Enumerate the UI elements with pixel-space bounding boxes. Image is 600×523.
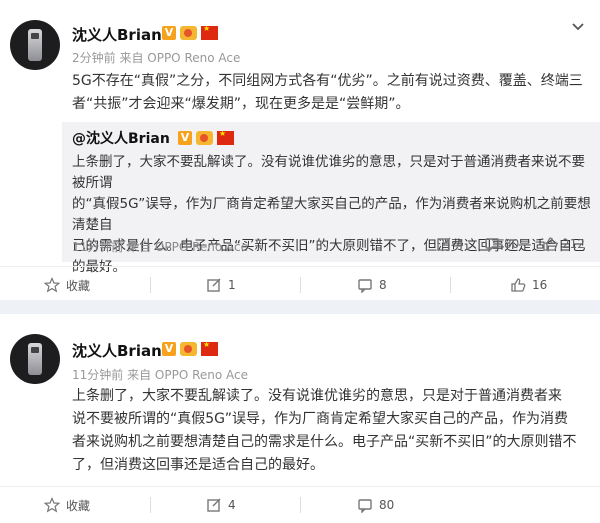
quote-like-button[interactable]: 212 [542,236,585,252]
quote-repost-button[interactable]: 4 [436,236,464,252]
post-action-bar: 收藏 1 8 16 [0,266,600,303]
post-text-line: 者“共振”才会迎来“爆发期”，现在更多是是“尝鲜期”。 [72,96,410,112]
avatar[interactable] [10,334,60,384]
verified-badge-icon: V [178,131,192,145]
comment-icon [357,497,373,513]
author-name[interactable]: 沈义人Brian [72,24,162,45]
quote-like-count: 212 [562,237,585,251]
post-text-line: 说不要被所谓的“真假5G”误导，作为厂商肯定希望大家买自己的产品，作为消费 [72,411,568,427]
author-badges: V [162,340,218,356]
comment-count: 80 [379,498,395,512]
post-meta: 11分钟前 来自 OPPO Reno Ace [72,368,248,382]
repost-button[interactable]: 1 [206,267,236,303]
comment-count: 8 [379,278,387,292]
fan-badge-icon [180,26,197,40]
thumbs-up-icon [510,277,526,293]
chevron-down-icon[interactable] [570,18,586,34]
quote-comment-button[interactable]: 80 [484,236,519,252]
quote-meta: 11分钟前 来自 OPPO Reno Ace [72,240,248,254]
fan-badge-icon [180,342,197,356]
author-name[interactable]: 沈义人Brian [72,340,162,361]
china-flag-icon [217,129,234,145]
post-text: 5G不存在“真假”之分，不同组网方式各有“优劣”。之前有说过资费、覆盖、终端三 … [72,70,592,116]
quote-author-badges: V [178,129,234,145]
weibo-post-card: 沈义人Brian V 11分钟前 来自 OPPO Reno Ace 上条删了，大… [0,314,600,519]
action-divider [150,497,151,513]
favorite-label: 收藏 [66,498,91,513]
comment-icon [357,277,373,293]
comment-icon [484,236,500,252]
quote-text-line: 的“真假5G”误导，作为厂商肯定希望大家买自己的产品，作为消费者来说购机之前要想… [72,196,591,233]
star-icon [44,497,60,513]
verified-badge-icon: V [162,26,176,40]
author-badges: V [162,24,218,40]
comment-button[interactable]: 8 [357,267,387,303]
like-button[interactable]: 16 [510,267,547,303]
china-flag-icon [201,24,218,40]
favorite-label: 收藏 [66,278,91,293]
quote-repost-count: 4 [456,237,464,251]
post-text-line: 上条删了，大家不要乱解读了。没有说谁优谁劣的意思，只是对于普通消费者来 [72,388,562,404]
action-divider [450,277,451,293]
reposted-quote[interactable]: @沈义人Brian V 上条删了，大家不要乱解读了。没有说谁优谁劣的意思，只是对… [62,122,600,275]
post-action-bar: 收藏 4 80 [0,486,600,523]
action-divider [300,277,301,293]
weibo-post-card: 沈义人Brian V 2分钟前 来自 OPPO Reno Ace 5G不存在“真… [0,0,600,300]
fan-badge-icon [196,131,213,145]
repost-icon [206,277,222,293]
repost-count: 4 [228,498,236,512]
repost-count: 1 [228,278,236,292]
quote-comment-count: 80 [504,237,520,251]
like-count: 16 [532,278,548,292]
star-icon [44,277,60,293]
feed-separator [0,300,600,314]
favorite-button[interactable]: 收藏 [44,267,90,303]
action-divider [150,277,151,293]
thumbs-up-icon [542,236,558,252]
avatar[interactable] [10,20,60,70]
verified-badge-icon: V [162,342,176,356]
repost-icon [436,236,452,252]
post-text-line: 5G不存在“真假”之分，不同组网方式各有“优劣”。之前有说过资费、覆盖、终端三 [72,73,583,89]
china-flag-icon [201,340,218,356]
repost-button[interactable]: 4 [206,487,236,523]
action-divider [300,497,301,513]
favorite-button[interactable]: 收藏 [44,487,90,523]
post-meta: 2分钟前 来自 OPPO Reno Ace [72,51,241,65]
repost-icon [206,497,222,513]
comment-button[interactable]: 80 [357,487,394,523]
quote-author-name[interactable]: @沈义人Brian [72,128,170,148]
post-text-line: 者来说购机之前要想清楚自己的需求是什么。电子产品“买新不买旧”的大原则错不 [72,434,577,450]
post-text-line: 了，但消费这回事还是适合自己的最好。 [72,457,324,473]
quote-text-line: 上条删了，大家不要乱解读了。没有说谁优谁劣的意思，只是对于普通消费者来说不要被所… [72,154,585,191]
quote-text: 上条删了，大家不要乱解读了。没有说谁优谁劣的意思，只是对于普通消费者来说不要被所… [72,152,592,278]
post-text: 上条删了，大家不要乱解读了。没有说谁优谁劣的意思，只是对于普通消费者来 说不要被… [72,385,597,477]
